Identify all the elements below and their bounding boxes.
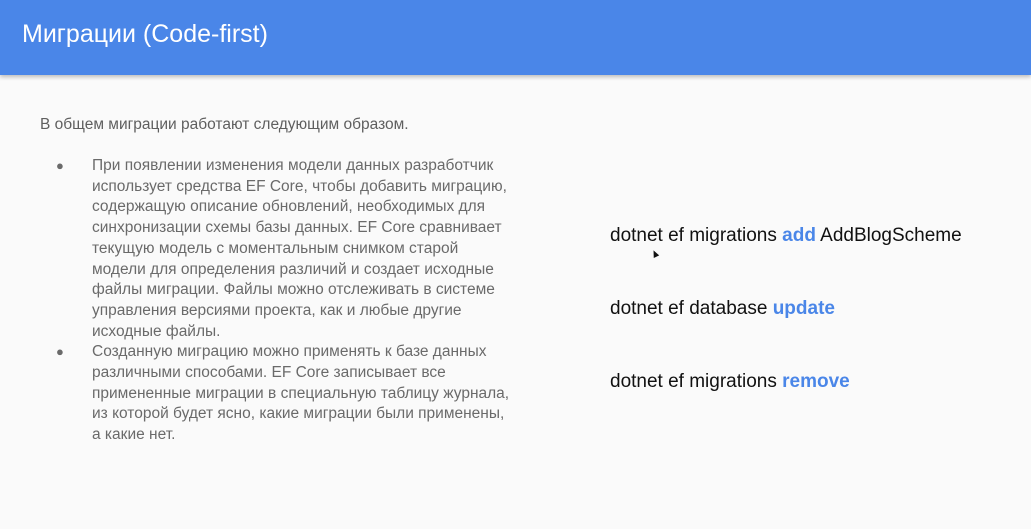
command-prefix: dotnet ef migrations xyxy=(610,371,783,392)
list-item: ● Созданную миграцию можно применять к б… xyxy=(40,342,510,446)
command-keyword: add xyxy=(782,225,816,246)
command-list: dotnet ef migrations add AddBlogScheme d… xyxy=(610,225,1020,444)
command-keyword: update xyxy=(772,298,835,319)
command-prefix: dotnet ef database xyxy=(610,298,773,319)
intro-text: В общем миграции работают следующим обра… xyxy=(40,116,409,133)
command-migrations-remove: dotnet ef migrations remove xyxy=(610,371,1020,395)
bullet-list: ● При появлении изменения модели данных … xyxy=(40,156,510,446)
command-prefix: dotnet ef migrations xyxy=(610,225,783,246)
command-suffix: AddBlogScheme xyxy=(815,225,962,246)
bullet-dot-icon: ● xyxy=(56,158,64,173)
bullet-text: Созданную миграцию можно применять к баз… xyxy=(92,343,510,444)
list-item: ● При появлении изменения модели данных … xyxy=(40,156,510,342)
slide: Миграции (Code-first) В общем миграции р… xyxy=(0,0,1031,529)
command-migrations-add: dotnet ef migrations add AddBlogScheme xyxy=(610,225,1020,249)
command-database-update: dotnet ef database update xyxy=(610,298,1020,322)
bullet-text: При появлении изменения модели данных ра… xyxy=(92,157,507,340)
title-bar: Миграции (Code-first) xyxy=(0,0,1031,75)
bullet-dot-icon: ● xyxy=(56,344,64,360)
slide-title: Миграции (Code-first) xyxy=(22,20,268,48)
command-keyword: remove xyxy=(782,371,850,392)
